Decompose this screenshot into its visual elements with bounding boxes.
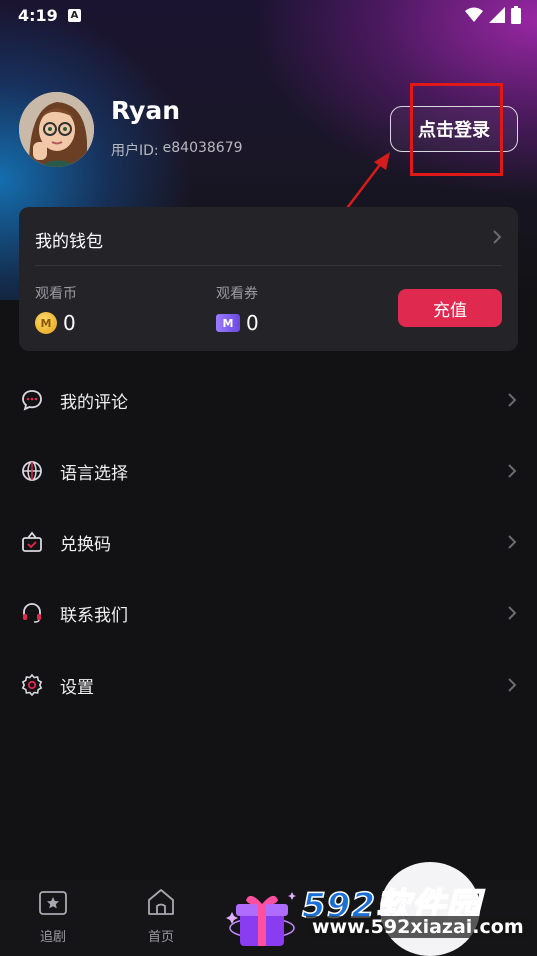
chevron-right-icon: [508, 678, 517, 692]
comment-icon: [22, 390, 42, 411]
coins-value: 0: [63, 311, 76, 335]
menu-item-settings[interactable]: 设置: [0, 657, 537, 713]
nav-label-following: 追剧: [39, 930, 66, 945]
user-id-value: e84038679: [162, 140, 243, 156]
wallet-card: 我的钱包 观看币 M 0 观看券 M 0 充值: [19, 207, 518, 351]
avatar[interactable]: [19, 92, 94, 167]
notification-icon: A: [68, 9, 81, 22]
menu-label-language: 语言选择: [60, 463, 128, 484]
headset-icon: [23, 603, 41, 623]
avatar-illustration: [19, 92, 94, 167]
gear-icon: [21, 673, 43, 697]
menu-label-contact-us: 联系我们: [60, 605, 128, 626]
menu-item-redeem-code[interactable]: 兑换码: [0, 514, 537, 570]
wallet-title[interactable]: 我的钱包: [35, 227, 103, 252]
status-time: 4:19: [18, 6, 58, 25]
user-id-label: 用户ID:: [111, 143, 159, 159]
status-icons: [465, 6, 521, 24]
annotation-highlight-box: [410, 83, 503, 176]
battery-icon: [511, 6, 521, 24]
chevron-right-icon: [508, 606, 517, 620]
globe-icon: [22, 461, 42, 481]
menu-label-redeem-code: 兑换码: [60, 534, 111, 555]
nav-label-home: 首页: [147, 930, 174, 945]
wallet-divider: [35, 265, 502, 266]
tickets-value: 0: [246, 311, 259, 335]
bookmark-star-icon: [39, 891, 67, 915]
gift-icon[interactable]: [226, 888, 298, 950]
gift-box-icon: [22, 531, 42, 552]
username: Ryan: [111, 96, 181, 125]
menu-label-settings: 设置: [60, 677, 94, 698]
wifi-icon: [465, 7, 483, 22]
ticket-icon: M: [216, 314, 240, 332]
chevron-right-icon: [508, 535, 517, 549]
coins-section: 观看币 M 0: [35, 283, 77, 335]
coin-icon: M: [35, 312, 57, 334]
nav-tab-home[interactable]: 首页: [131, 888, 191, 945]
menu-item-comments[interactable]: 我的评论: [0, 372, 537, 428]
nav-tab-following[interactable]: 追剧: [23, 888, 83, 945]
watermark-url: www.592xiazai.com: [306, 916, 530, 938]
chevron-right-icon: [508, 464, 517, 478]
user-id: 用户ID: e84038679: [111, 140, 243, 160]
menu-item-contact-us[interactable]: 联系我们: [0, 585, 537, 641]
status-bar: 4:19 A: [0, 0, 537, 34]
chevron-right-icon[interactable]: [492, 229, 502, 245]
signal-icon: [489, 7, 505, 23]
menu-item-language[interactable]: 语言选择: [0, 443, 537, 499]
menu-label-comments: 我的评论: [60, 392, 128, 413]
home-icon: [148, 889, 174, 915]
tickets-label: 观看券: [216, 286, 258, 302]
chevron-right-icon: [508, 393, 517, 407]
recharge-button[interactable]: 充值: [398, 289, 502, 327]
coins-label: 观看币: [35, 286, 77, 302]
tickets-section: 观看券 M 0: [216, 283, 259, 335]
